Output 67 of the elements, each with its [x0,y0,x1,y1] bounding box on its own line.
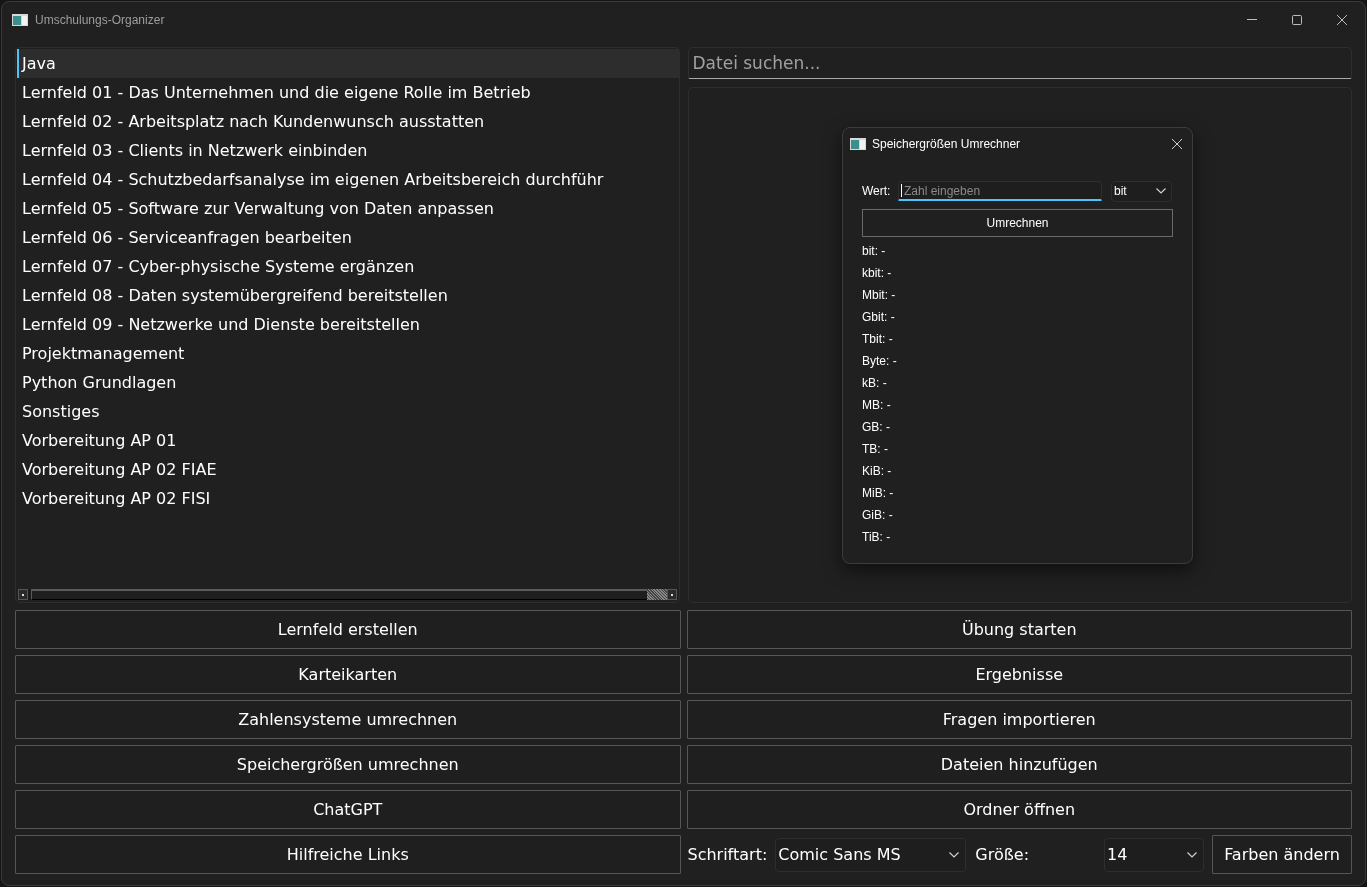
size-dropdown[interactable]: 14 [1104,837,1204,872]
unit-dropdown[interactable]: bit [1111,180,1172,202]
list-item[interactable]: Lernfeld 08 - Daten systemübergreifend bereitstellen [17,281,679,310]
value-input-field[interactable]: Zahl eingeben [898,181,1102,201]
action-button[interactable]: ChatGPT [15,790,681,829]
chevron-down-icon [1156,188,1166,194]
result-text: Mbit: - [862,288,896,302]
list-item[interactable]: Lernfeld 07 - Cyber-physische Systeme ergänzen [17,252,679,281]
list-item[interactable]: Lernfeld 06 - Serviceanfragen bearbeiten [17,223,679,252]
scroll-left-button[interactable] [18,589,28,600]
action-button[interactable]: Übung starten [686,610,1352,649]
list-item[interactable]: Java [17,49,679,78]
list-item[interactable]: Lernfeld 01 - Das Unternehmen und die eigene Rolle im Betrieb [17,78,679,107]
scroll-right-button[interactable] [666,589,677,600]
result-text: bit: - [862,244,886,258]
result-text: kbit: - [862,266,892,280]
scrollbar-thumb[interactable] [646,589,667,600]
list-item[interactable]: Vorbereitung AP 02 FIAE [17,455,679,484]
action-button[interactable]: Dateien hinzufügen [686,745,1352,784]
result-text: GB: - [862,420,890,434]
app-icon [850,137,866,150]
result-text: TB: - [862,442,888,456]
result-text: Byte: - [862,354,897,368]
result-text: kB: - [862,376,887,390]
size-label: Größe: [975,845,1030,864]
action-button[interactable]: Lernfeld erstellen [15,610,681,649]
text-cursor-icon [901,184,902,197]
result-text: MiB: - [862,486,894,500]
result-text: MB: - [862,398,891,412]
action-button[interactable]: Hilfreiche Links [15,835,681,874]
list-item[interactable]: Vorbereitung AP 02 FISI [17,484,679,513]
colors-button[interactable]: Farben ändern [1212,835,1352,874]
chevron-down-icon [949,851,960,858]
close-icon [1172,138,1182,149]
result-text: GiB: - [862,508,893,522]
maximize-icon [1291,14,1302,25]
dialog-title: Speichergrößen Umrechner [872,136,1021,151]
search-field[interactable]: Datei suchen... [687,47,1352,79]
horizontal-scrollbar[interactable] [18,589,677,600]
action-button[interactable]: Speichergrößen umrechnen [15,745,681,784]
chevron-down-icon [1187,851,1197,858]
list-item[interactable]: Lernfeld 09 - Netzwerke und Dienste bereitstellen [17,310,679,339]
result-text: Gbit: - [862,310,895,324]
value-label: Wert: [862,184,892,198]
result-text: Tbit: - [862,332,893,346]
list-item[interactable]: Projektmanagement [17,339,679,368]
action-button[interactable]: Karteikarten [15,655,681,694]
result-text: KiB: - [862,464,892,478]
app-icon [12,13,28,26]
list-item[interactable]: Lernfeld 03 - Clients in Netzwerk einbinden [17,136,679,165]
list-item[interactable]: Python Grundlagen [17,368,679,397]
action-button[interactable]: Zahlensysteme umrechnen [15,700,681,739]
result-text: TiB: - [862,530,891,544]
font-label: Schriftart: [687,845,768,864]
action-button[interactable]: Ergebnisse [686,655,1352,694]
font-dropdown[interactable]: Comic Sans MS [775,837,967,872]
window-title: Umschulungs-Organizer [35,12,165,27]
minimize-icon [1246,19,1257,20]
action-button[interactable]: Fragen importieren [686,700,1352,739]
list-item[interactable]: Sonstiges [17,397,679,426]
list-item[interactable]: Lernfeld 04 - Schutzbedarfsanalyse im eigenen Arbeitsbereich durchführ [17,165,679,194]
action-button[interactable]: Ordner öffnen [686,790,1352,829]
list-item[interactable]: Lernfeld 05 - Software zur Verwaltung von Daten anpassen [17,194,679,223]
close-icon [1336,14,1347,25]
list-item[interactable]: Vorbereitung AP 01 [17,426,679,455]
list-item[interactable]: Lernfeld 02 - Arbeitsplatz nach Kundenwunsch ausstatten [17,107,679,136]
convert-button[interactable]: Umrechnen [862,209,1173,237]
